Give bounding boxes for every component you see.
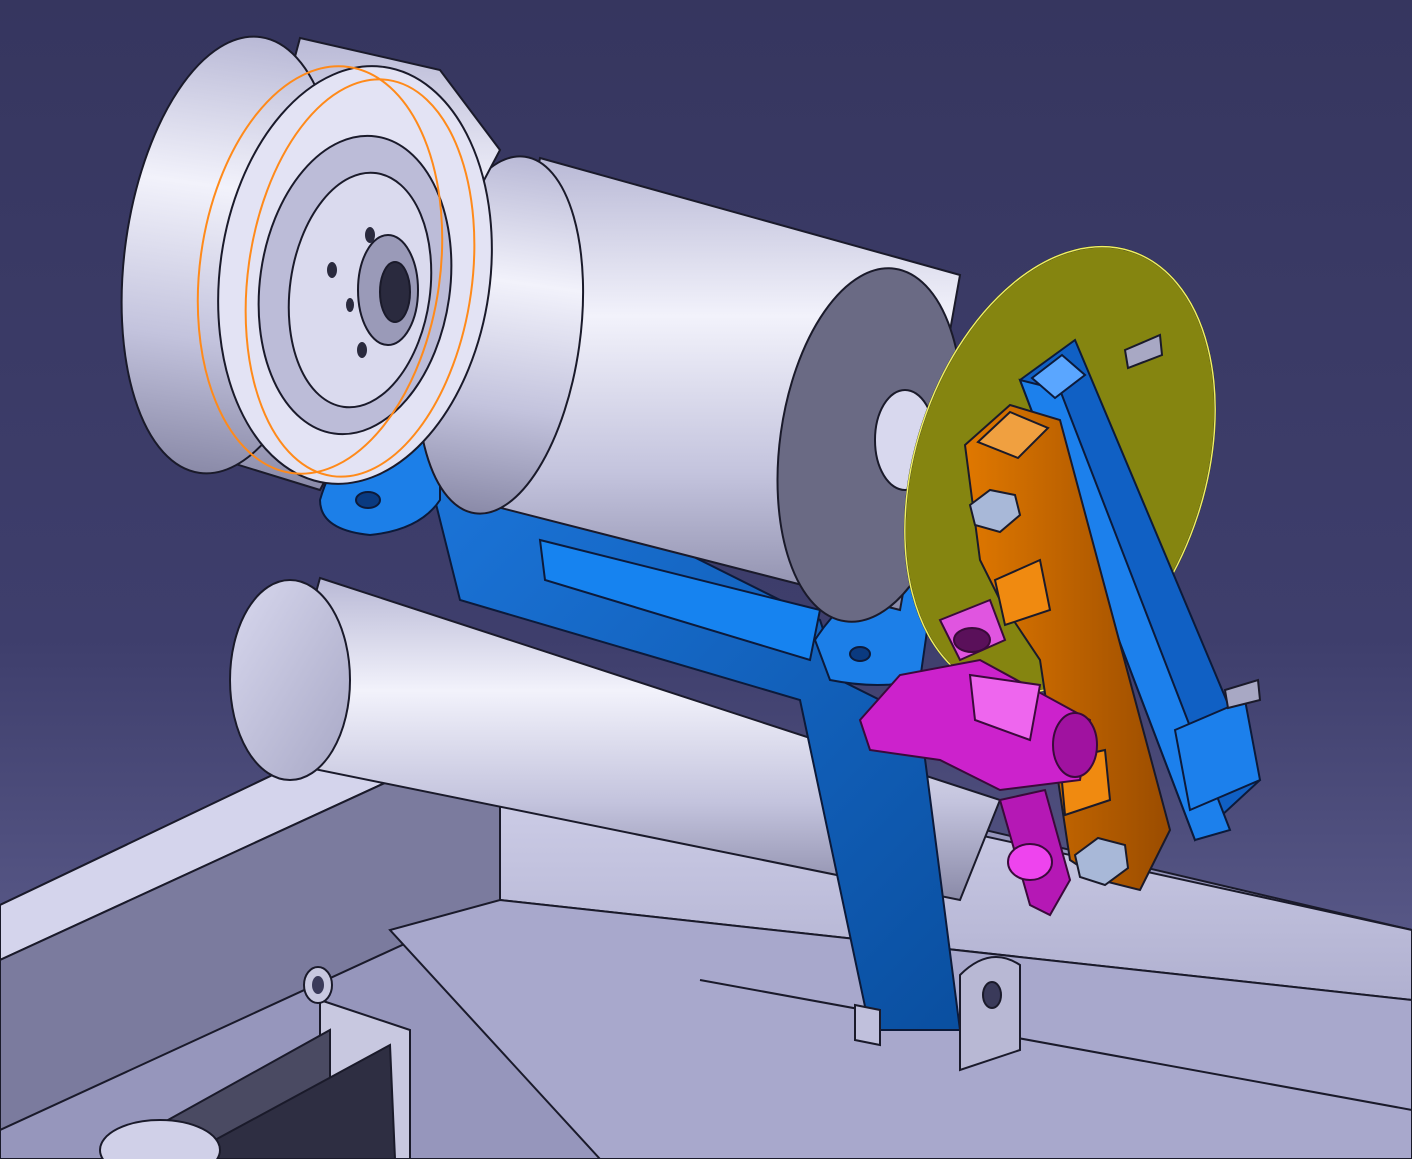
- cad-3d-viewport[interactable]: [0, 0, 1412, 1159]
- assembly-model[interactable]: [0, 0, 1412, 1159]
